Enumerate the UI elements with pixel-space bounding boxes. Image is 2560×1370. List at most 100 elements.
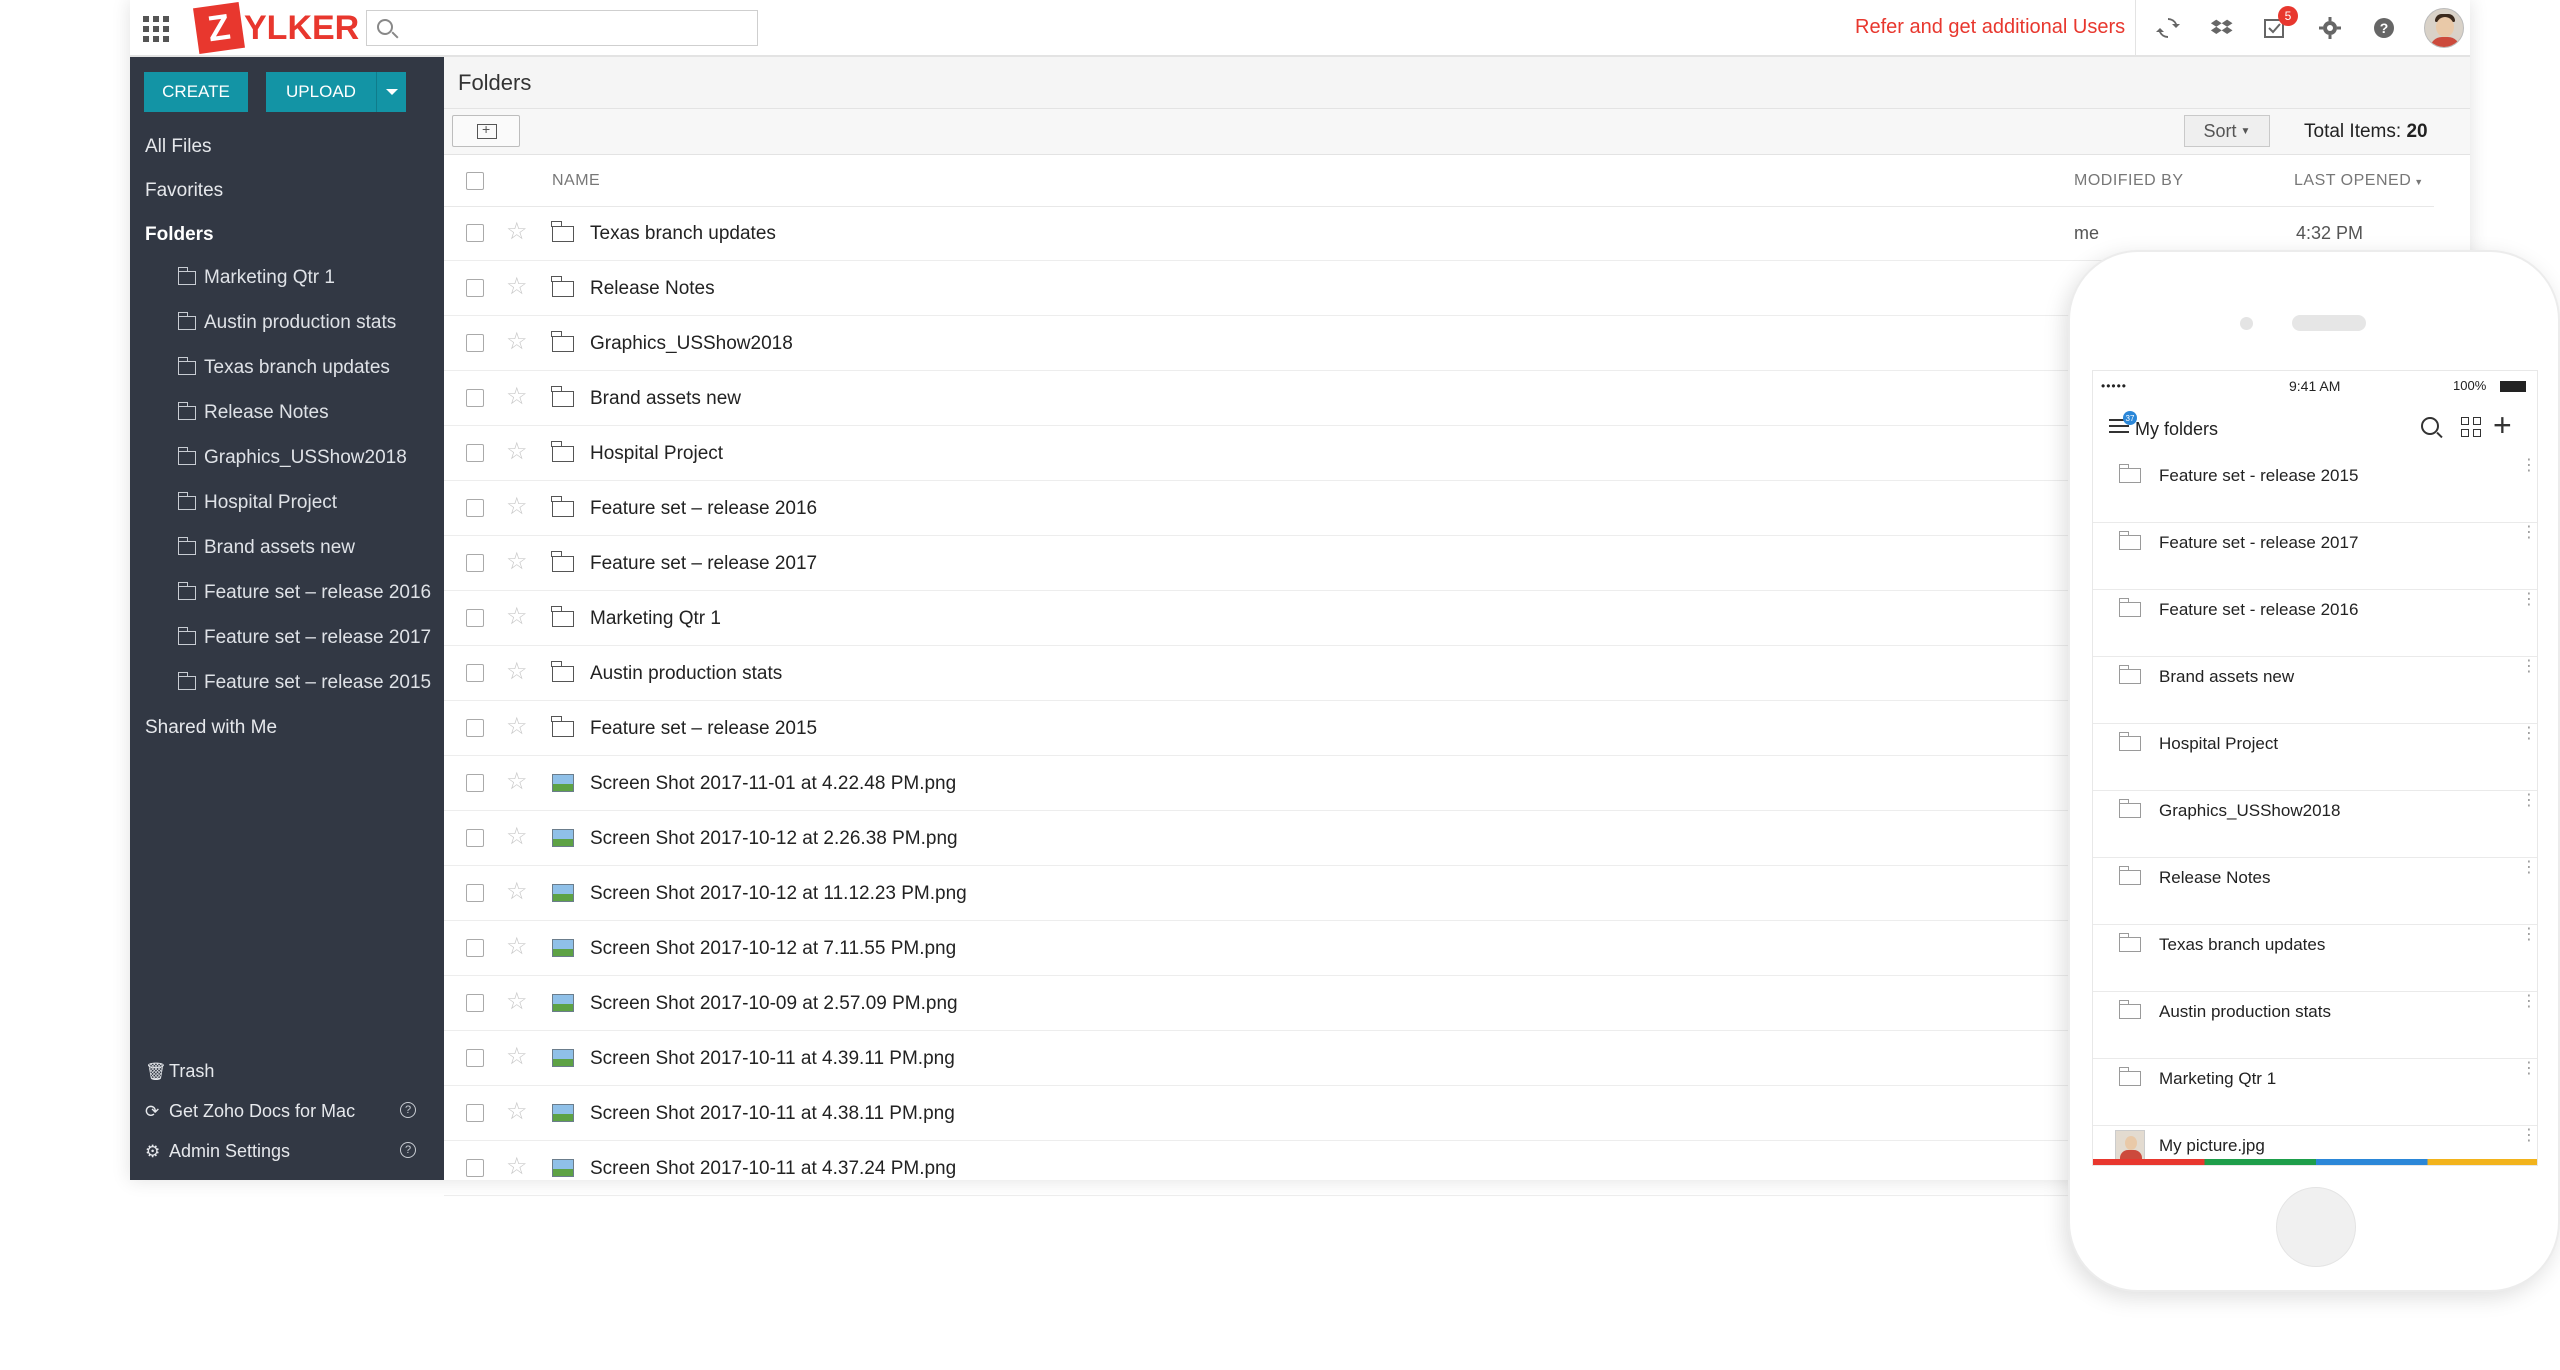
- search-input[interactable]: [407, 15, 747, 41]
- row-checkbox[interactable]: [466, 994, 484, 1012]
- sidebar-folder[interactable]: Austin production stats: [177, 312, 396, 334]
- sidebar-folder[interactable]: Brand assets new: [177, 537, 355, 559]
- row-checkbox[interactable]: [466, 334, 484, 352]
- row-checkbox[interactable]: [466, 884, 484, 902]
- search-icon[interactable]: [2421, 417, 2439, 435]
- sidebar-folder[interactable]: Texas branch updates: [177, 357, 390, 379]
- zylker-logo[interactable]: Z YLKER: [193, 2, 359, 54]
- settings-icon[interactable]: [2316, 14, 2344, 42]
- row-checkbox[interactable]: [466, 774, 484, 792]
- star-icon[interactable]: ☆: [506, 825, 528, 849]
- star-icon[interactable]: ☆: [506, 660, 528, 684]
- star-icon[interactable]: ☆: [506, 1100, 528, 1124]
- row-checkbox[interactable]: [466, 609, 484, 627]
- refer-link[interactable]: Refer and get additional Users: [1855, 16, 2125, 39]
- list-item[interactable]: Feature set - release 2017 ⋮: [2093, 523, 2537, 590]
- file-name[interactable]: Screen Shot 2017-10-12 at 2.26.38 PM.png: [590, 828, 958, 850]
- star-icon[interactable]: ☆: [506, 770, 528, 794]
- sidebar-item-shared[interactable]: Shared with Me: [145, 717, 277, 739]
- row-checkbox[interactable]: [466, 829, 484, 847]
- more-options-icon[interactable]: ⋮: [2521, 726, 2537, 742]
- more-options-icon[interactable]: ⋮: [2521, 927, 2537, 943]
- sidebar-folder[interactable]: Feature set – release 2017: [177, 627, 431, 649]
- file-name[interactable]: Brand assets new: [590, 388, 741, 410]
- star-icon[interactable]: ☆: [506, 275, 528, 299]
- more-options-icon[interactable]: ⋮: [2521, 994, 2537, 1010]
- star-icon[interactable]: ☆: [506, 385, 528, 409]
- list-item[interactable]: Graphics_USShow2018 ⋮: [2093, 791, 2537, 858]
- file-name[interactable]: Screen Shot 2017-10-09 at 2.57.09 PM.png: [590, 993, 958, 1015]
- sidebar-folder[interactable]: Feature set – release 2016: [177, 582, 431, 604]
- help-icon[interactable]: ?: [400, 1142, 416, 1158]
- list-item[interactable]: Brand assets new ⋮: [2093, 657, 2537, 724]
- column-name[interactable]: NAME: [552, 172, 600, 190]
- file-name[interactable]: Graphics_USShow2018: [590, 333, 793, 355]
- list-item[interactable]: Texas branch updates ⋮: [2093, 925, 2537, 992]
- list-item[interactable]: Marketing Qtr 1 ⋮: [2093, 1059, 2537, 1126]
- sort-button[interactable]: Sort ▼: [2184, 115, 2270, 147]
- sidebar-item-all-files[interactable]: All Files: [145, 136, 212, 158]
- star-icon[interactable]: ☆: [506, 1155, 528, 1179]
- list-item[interactable]: Austin production stats ⋮: [2093, 992, 2537, 1059]
- star-icon[interactable]: ☆: [506, 1045, 528, 1069]
- phone-home-button[interactable]: [2276, 1187, 2356, 1267]
- column-modified-by[interactable]: MODIFIED BY: [2074, 172, 2184, 190]
- app-grid-icon[interactable]: [143, 16, 169, 42]
- file-name[interactable]: Release Notes: [590, 278, 715, 300]
- star-icon[interactable]: ☆: [506, 495, 528, 519]
- row-checkbox[interactable]: [466, 389, 484, 407]
- more-options-icon[interactable]: ⋮: [2521, 525, 2537, 541]
- column-last-opened[interactable]: LAST OPENED ▼: [2294, 172, 2424, 190]
- file-name[interactable]: Feature set – release 2016: [590, 498, 817, 520]
- row-checkbox[interactable]: [466, 1159, 484, 1177]
- star-icon[interactable]: ☆: [506, 330, 528, 354]
- dropbox-icon[interactable]: [2208, 14, 2236, 42]
- search-box[interactable]: [366, 10, 758, 46]
- sidebar-folder[interactable]: Release Notes: [177, 402, 329, 424]
- more-options-icon[interactable]: ⋮: [2521, 793, 2537, 809]
- more-options-icon[interactable]: ⋮: [2521, 860, 2537, 876]
- star-icon[interactable]: ☆: [506, 440, 528, 464]
- star-icon[interactable]: ☆: [506, 605, 528, 629]
- row-checkbox[interactable]: [466, 939, 484, 957]
- row-checkbox[interactable]: [466, 499, 484, 517]
- row-checkbox[interactable]: [466, 224, 484, 242]
- row-checkbox[interactable]: [466, 279, 484, 297]
- row-checkbox[interactable]: [466, 1104, 484, 1122]
- sidebar-folder[interactable]: Graphics_USShow2018: [177, 447, 407, 469]
- add-icon[interactable]: +: [2493, 409, 2512, 441]
- list-item[interactable]: Hospital Project ⋮: [2093, 724, 2537, 791]
- sidebar-item-folders[interactable]: Folders: [145, 224, 214, 246]
- star-icon[interactable]: ☆: [506, 880, 528, 904]
- user-avatar[interactable]: [2424, 8, 2464, 48]
- select-all-checkbox[interactable]: [466, 172, 484, 190]
- star-icon[interactable]: ☆: [506, 220, 528, 244]
- new-folder-button[interactable]: [452, 115, 520, 147]
- file-name[interactable]: Screen Shot 2017-10-11 at 4.37.24 PM.png: [590, 1158, 956, 1180]
- grid-view-icon[interactable]: [2461, 417, 2481, 437]
- file-name[interactable]: Austin production stats: [590, 663, 782, 685]
- more-options-icon[interactable]: ⋮: [2521, 592, 2537, 608]
- file-name[interactable]: Feature set – release 2017: [590, 553, 817, 575]
- file-name[interactable]: Screen Shot 2017-10-11 at 4.39.11 PM.png: [590, 1048, 955, 1070]
- sync-icon[interactable]: [2154, 14, 2182, 42]
- upload-button[interactable]: UPLOAD: [266, 72, 376, 112]
- upload-dropdown-button[interactable]: [376, 72, 406, 112]
- file-name[interactable]: Marketing Qtr 1: [590, 608, 721, 630]
- file-name[interactable]: Screen Shot 2017-10-12 at 7.11.55 PM.png: [590, 938, 956, 960]
- star-icon[interactable]: ☆: [506, 550, 528, 574]
- more-options-icon[interactable]: ⋮: [2521, 458, 2537, 474]
- file-name[interactable]: Screen Shot 2017-10-12 at 11.12.23 PM.pn…: [590, 883, 967, 905]
- row-checkbox[interactable]: [466, 444, 484, 462]
- sidebar-folder[interactable]: Feature set – release 2015: [177, 672, 431, 694]
- file-name[interactable]: Feature set – release 2015: [590, 718, 817, 740]
- file-name[interactable]: Hospital Project: [590, 443, 723, 465]
- sidebar-item-admin[interactable]: ⚙ Admin Settings: [145, 1141, 290, 1162]
- row-checkbox[interactable]: [466, 719, 484, 737]
- create-button[interactable]: CREATE: [144, 72, 248, 112]
- more-options-icon[interactable]: ⋮: [2521, 659, 2537, 675]
- list-item[interactable]: Feature set - release 2015 ⋮: [2093, 456, 2537, 523]
- sidebar-item-get-mac[interactable]: ⟳ Get Zoho Docs for Mac: [145, 1101, 355, 1122]
- file-name[interactable]: Screen Shot 2017-11-01 at 4.22.48 PM.png: [590, 773, 956, 795]
- help-icon[interactable]: ?: [400, 1102, 416, 1118]
